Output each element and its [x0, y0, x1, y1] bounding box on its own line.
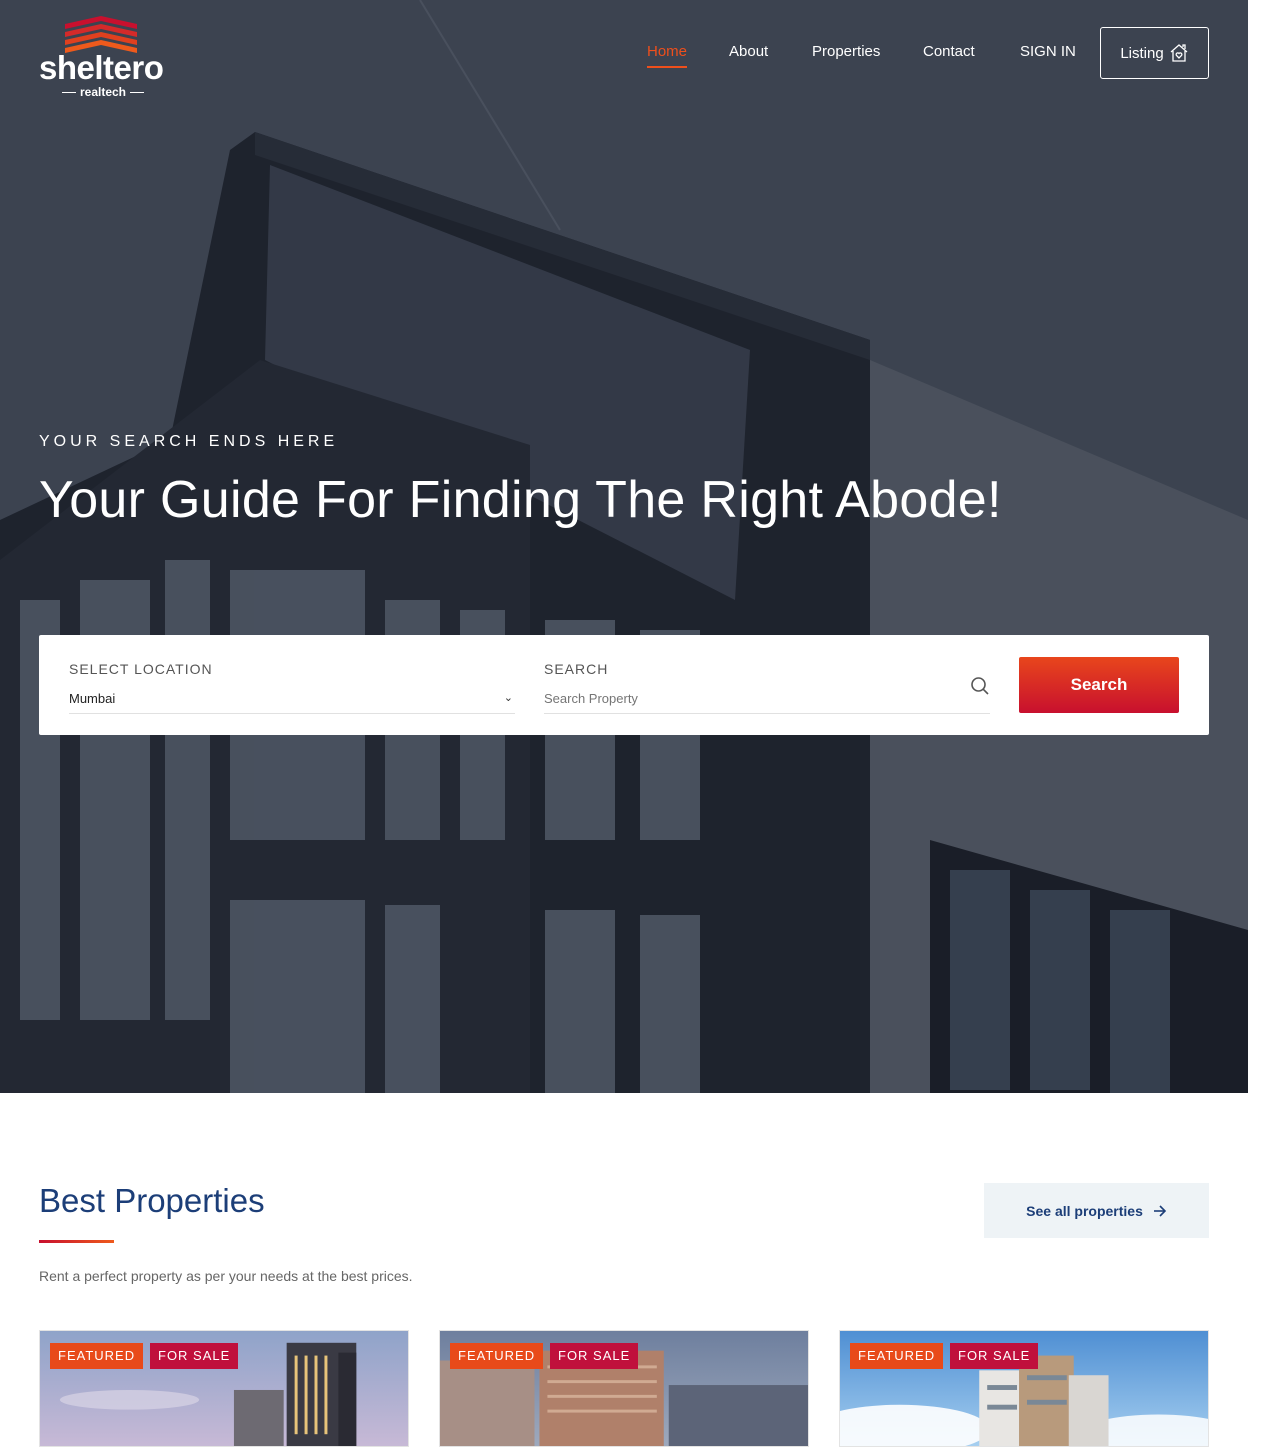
- brand-logo[interactable]: sheltero realtech: [39, 16, 169, 98]
- nav-sign-in[interactable]: SIGN IN: [1020, 42, 1076, 64]
- brand-tagline: realtech: [51, 86, 155, 98]
- property-card[interactable]: FEATURED FOR SALE: [39, 1330, 409, 1447]
- location-label: SELECT LOCATION: [69, 661, 213, 677]
- house-heart-icon: [1170, 44, 1188, 62]
- featured-badge: FEATURED: [850, 1343, 944, 1369]
- featured-badge: FEATURED: [450, 1343, 544, 1369]
- location-value: Mumbai: [69, 691, 116, 706]
- listing-label: Listing: [1120, 44, 1164, 62]
- for-sale-badge: FOR SALE: [150, 1343, 239, 1369]
- search-input[interactable]: [544, 691, 944, 706]
- search-button[interactable]: Search: [1019, 657, 1179, 713]
- chevron-down-icon: ⌄: [503, 692, 513, 704]
- section-description: Rent a perfect property as per your need…: [39, 1268, 413, 1284]
- hero-section: sheltero realtech Home About Properties …: [0, 0, 1248, 1093]
- property-card[interactable]: FEATURED FOR SALE: [439, 1330, 809, 1447]
- search-field-wrap: [544, 691, 990, 714]
- hero-background-image: [0, 0, 1248, 1093]
- search-label: SEARCH: [544, 661, 609, 677]
- nav-about[interactable]: About: [729, 42, 768, 64]
- hero-kicker: YOUR SEARCH ENDS HERE: [39, 433, 339, 450]
- search-icon[interactable]: [969, 675, 991, 697]
- arrow-right-icon: [1153, 1204, 1166, 1217]
- brand-name: sheltero: [39, 49, 164, 86]
- search-panel: SELECT LOCATION Mumbai ⌄ SEARCH Search: [39, 635, 1209, 735]
- see-all-properties-button[interactable]: See all properties: [984, 1183, 1209, 1238]
- hero-headline: Your Guide For Finding The Right Abode!: [39, 471, 1002, 529]
- listing-button[interactable]: Listing: [1100, 27, 1209, 79]
- section-title: Best Properties: [39, 1182, 265, 1219]
- nav-properties[interactable]: Properties: [812, 42, 880, 64]
- for-sale-badge: FOR SALE: [950, 1343, 1039, 1369]
- nav-home[interactable]: Home: [647, 42, 688, 68]
- nav-contact[interactable]: Contact: [923, 42, 975, 64]
- property-card[interactable]: FEATURED FOR SALE: [839, 1330, 1209, 1447]
- see-all-label: See all properties: [1026, 1202, 1143, 1219]
- title-underline: [39, 1240, 114, 1243]
- featured-badge: FEATURED: [50, 1343, 144, 1369]
- location-select[interactable]: Mumbai ⌄: [69, 691, 515, 714]
- for-sale-badge: FOR SALE: [550, 1343, 639, 1369]
